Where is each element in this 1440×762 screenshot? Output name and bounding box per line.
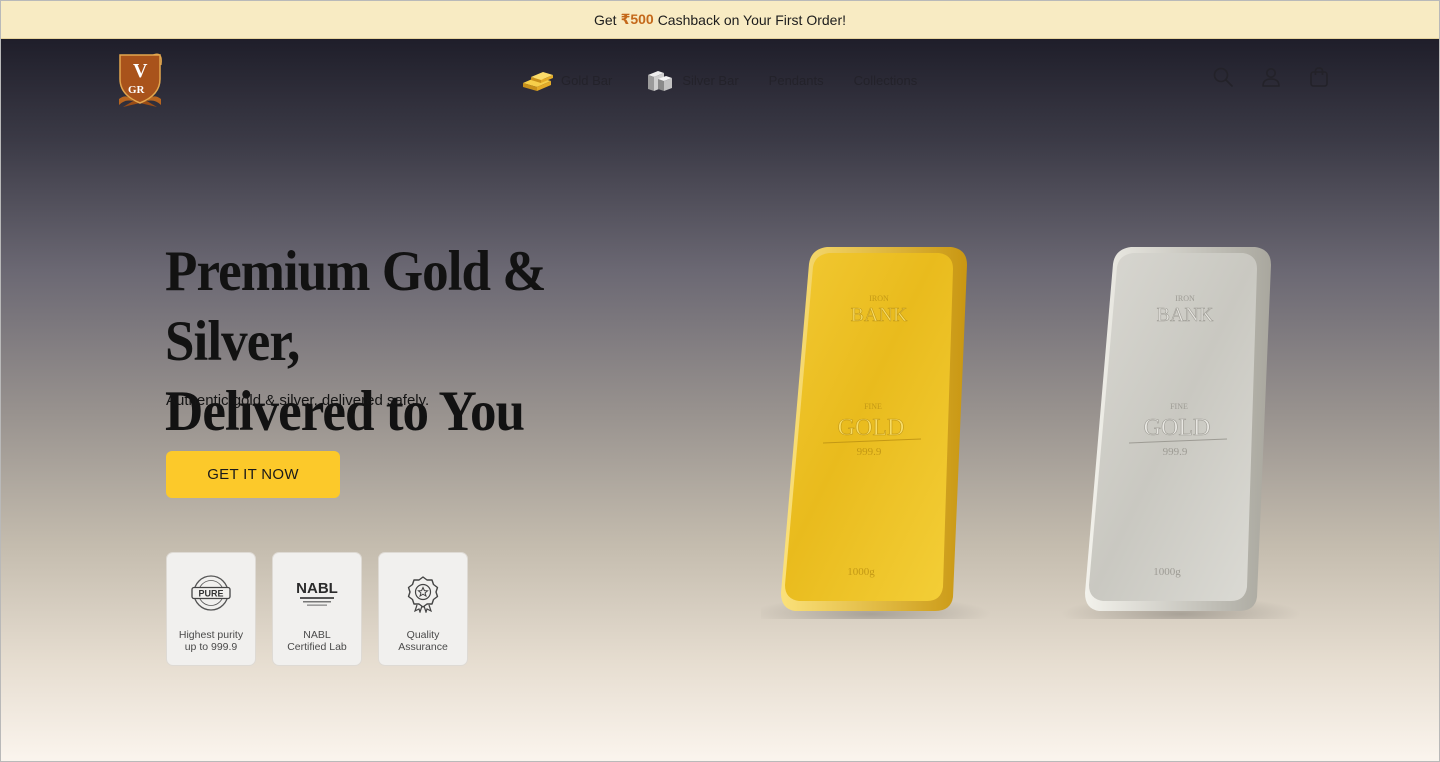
nav-item-pendants[interactable]: Pendants: [769, 73, 824, 88]
gold-bar-metal-text: GOLD: [838, 415, 905, 441]
logo-letter-v: V: [133, 60, 148, 82]
quality-rosette-icon: [407, 576, 439, 613]
silver-bar-metal-text: GOLD: [1144, 415, 1211, 441]
announcement-amount: ₹500: [620, 11, 654, 27]
hero-title-line-2: Delivered to You: [165, 380, 525, 443]
nabl-logo-text: NABL: [296, 580, 338, 597]
badge-nabl-label: NABL Certified Lab: [277, 629, 357, 653]
gold-bar-weight-text: 1000g: [847, 566, 875, 578]
nav-label-collections: Collections: [853, 72, 918, 88]
badge-purity-line-2: up to 999.9: [184, 641, 238, 653]
nav-item-collections[interactable]: Collections: [854, 73, 918, 88]
announcement-prefix: Get: [594, 11, 617, 28]
badge-quality: Quality Assurance: [378, 552, 468, 666]
hero-title: Premium Gold & Silver, Delivered to You: [165, 237, 686, 447]
badge-purity-label: Highest purity up to 999.9: [171, 629, 251, 653]
silver-bar-icon: [648, 71, 673, 91]
hero-subtitle: Authentic gold & silver, delivered safel…: [166, 392, 430, 409]
svg-text:FINE: FINE: [1170, 402, 1188, 411]
silver-bar-bank-text: BANK: [1157, 304, 1214, 326]
badge-quality-label: Quality Assurance: [383, 629, 463, 653]
hero-title-line-1: Premium Gold & Silver,: [165, 240, 547, 373]
site-header: V GR Gold Bar Silver Bar Pendants Collec…: [1, 39, 1439, 119]
nav-item-silver-bar[interactable]: Silver Bar: [642, 67, 739, 93]
nabl-logo-icon: NABL: [296, 580, 338, 606]
cart-icon[interactable]: [1307, 65, 1331, 89]
brand-logo[interactable]: V GR: [113, 49, 167, 113]
badge-nabl: NABL NABL Certified Lab: [272, 552, 362, 666]
page: Get ₹500 Cashback on Your First Order! V…: [0, 0, 1440, 762]
nav-label-silver-bar: Silver Bar: [682, 72, 739, 88]
badge-purity-line-1: Highest purity: [178, 629, 244, 641]
account-icon[interactable]: [1259, 65, 1283, 89]
badge-purity: PURE Highest purity up to 999.9: [166, 552, 256, 666]
nav-label-gold-bar: Gold Bar: [561, 72, 613, 88]
gold-bar-fineness-text: 999.9: [857, 446, 882, 458]
get-it-now-button[interactable]: GET IT NOW: [166, 451, 340, 498]
badge-nabl-line-1: NABL: [303, 629, 331, 641]
trust-badges: PURE Highest purity up to 999.9 NABL NAB…: [166, 552, 468, 666]
main-nav: Gold Bar Silver Bar Pendants Collections: [521, 65, 917, 95]
announcement-suffix: Cashback on Your First Order!: [657, 11, 846, 28]
gold-bar-icon: [523, 72, 553, 91]
badge-nabl-line-2: Certified Lab: [287, 641, 347, 653]
pure-seal-icon: PURE: [191, 575, 231, 611]
gold-bar-image: IRON BANK FINE GOLD 999.9 1000g: [761, 247, 991, 619]
silver-bar-image: IRON BANK FINE GOLD 999.9 1000g: [1061, 247, 1301, 619]
pure-seal-text: PURE: [198, 589, 223, 599]
silver-bar-weight-text: 1000g: [1153, 566, 1181, 578]
svg-text:IRON: IRON: [869, 294, 889, 303]
badge-quality-line-1: Quality: [406, 629, 440, 641]
nav-label-pendants: Pendants: [768, 72, 824, 88]
gold-bar-bank-text: BANK: [851, 304, 908, 326]
hero-product-image: IRON BANK FINE GOLD 999.9 1000g IRON BAN…: [761, 247, 1301, 619]
svg-text:IRON: IRON: [1175, 294, 1195, 303]
header-actions: [1211, 65, 1331, 89]
logo-letters-gr: GR: [128, 84, 146, 96]
announcement-bar: Get ₹500 Cashback on Your First Order!: [1, 1, 1439, 39]
hero-section: V GR Gold Bar Silver Bar Pendants Collec…: [1, 39, 1439, 761]
search-icon[interactable]: [1211, 65, 1235, 89]
silver-bar-fineness-text: 999.9: [1163, 446, 1188, 458]
badge-quality-line-2: Assurance: [398, 641, 448, 653]
nav-item-gold-bar[interactable]: Gold Bar: [521, 67, 612, 93]
svg-text:FINE: FINE: [864, 402, 882, 411]
